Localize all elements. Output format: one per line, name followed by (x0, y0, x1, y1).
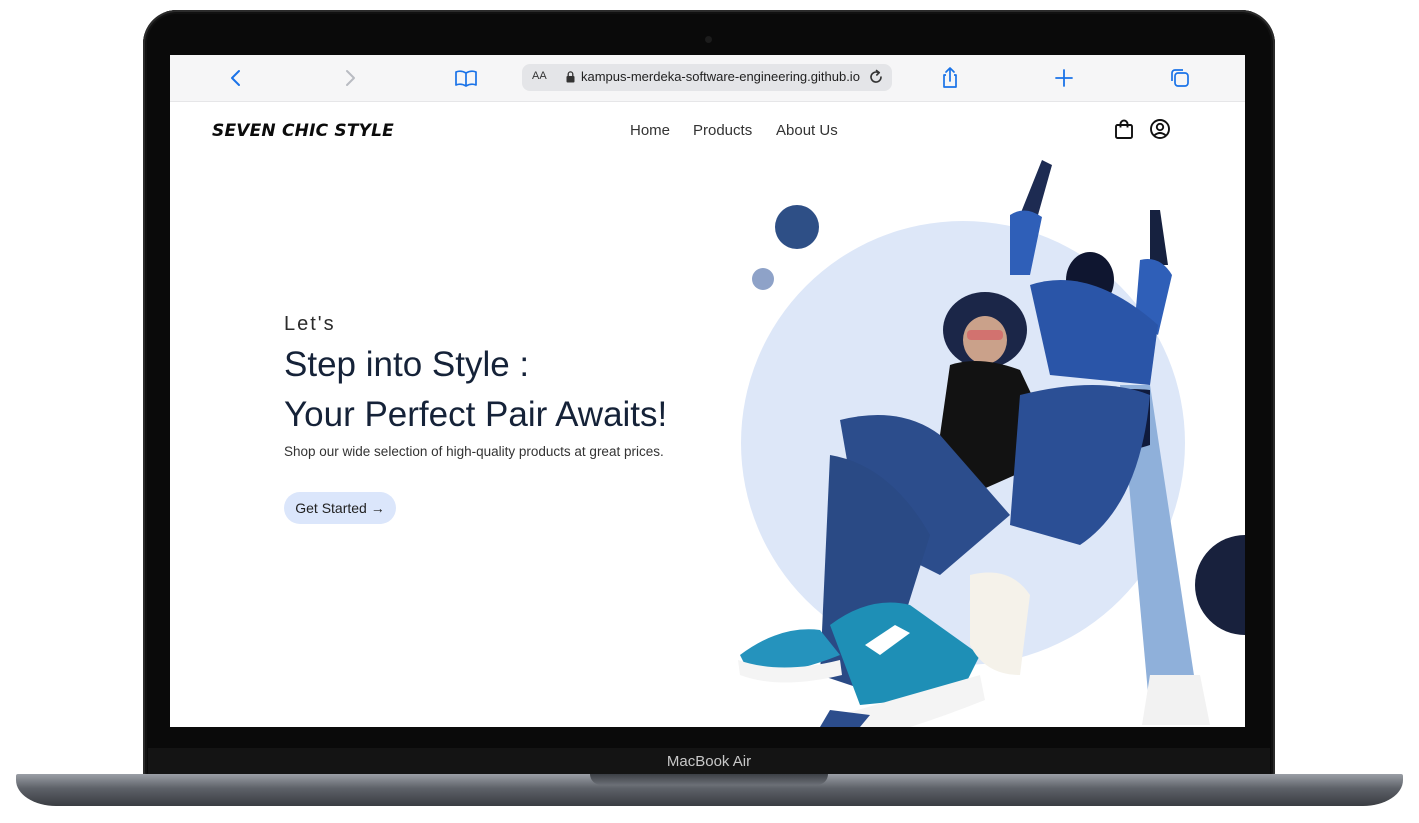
decor-circle-medium (775, 205, 819, 249)
tabs-icon[interactable] (1167, 65, 1193, 91)
book-icon[interactable] (453, 65, 479, 91)
laptop-chin: MacBook Air (148, 748, 1270, 776)
nav-products[interactable]: Products (693, 122, 752, 139)
decor-circle-small (752, 268, 774, 290)
chevron-right-icon[interactable] (337, 65, 363, 91)
browser-toolbar: AA kampus-merdeka-software-engineering.g… (170, 55, 1245, 102)
nav-about-us[interactable]: About Us (776, 122, 838, 139)
address-bar[interactable]: AA kampus-merdeka-software-engineering.g… (522, 64, 892, 91)
hero-title-line-1: Step into Style : (284, 345, 530, 384)
hero-illustration (738, 160, 1245, 727)
nav-home[interactable]: Home (630, 122, 670, 139)
chevron-left-icon[interactable] (223, 65, 249, 91)
url-text: kampus-merdeka-software-engineering.gith… (581, 69, 860, 84)
hero-title-line-2: Your Perfect Pair Awaits! (284, 395, 668, 434)
laptop-notch (590, 774, 828, 785)
decor-circle-dark (1195, 535, 1245, 635)
hero-eyebrow: Let's (284, 313, 336, 335)
user-circle-icon[interactable] (1149, 118, 1171, 140)
share-icon[interactable] (937, 65, 963, 91)
camera (705, 36, 712, 43)
site-logo[interactable]: SEVEN CHIC STYLE (212, 121, 394, 141)
plus-icon[interactable] (1051, 65, 1077, 91)
screen: AA kampus-merdeka-software-engineering.g… (170, 55, 1245, 727)
reload-icon[interactable] (866, 67, 886, 87)
get-started-button[interactable]: Get Started → (284, 492, 396, 524)
device-label: MacBook Air (666, 753, 752, 770)
text-size-button[interactable]: AA (532, 70, 547, 82)
lock-icon (566, 71, 575, 83)
shopping-bag-icon[interactable] (1113, 118, 1135, 140)
hero-subtitle: Shop our wide selection of high-quality … (284, 444, 664, 459)
